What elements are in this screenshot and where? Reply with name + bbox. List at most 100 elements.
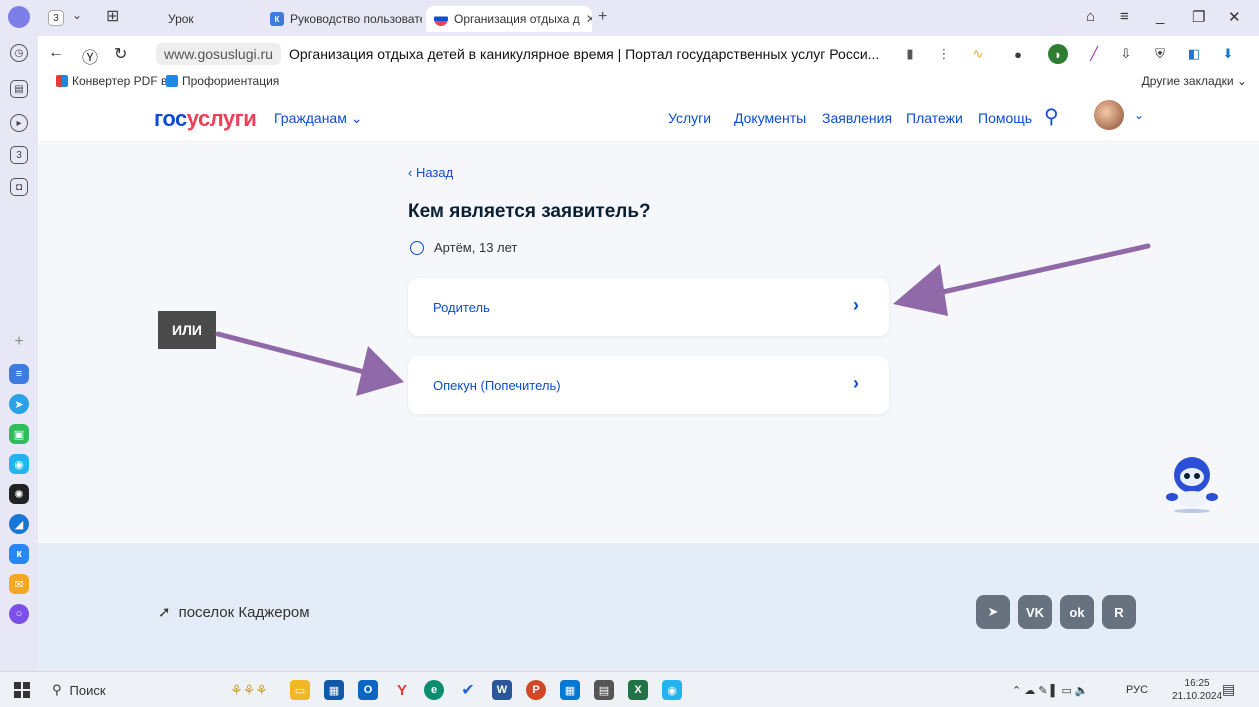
bookmark-manager-icon[interactable]: ⌂ (1086, 8, 1095, 25)
calendar-icon[interactable]: ▦ (560, 680, 580, 700)
translate-icon[interactable]: ◧ (1184, 44, 1204, 64)
shield-icon[interactable]: ⛨ (1150, 44, 1170, 64)
messenger-icon[interactable]: ▣ (9, 424, 29, 444)
security-icon[interactable]: ◗ (1048, 44, 1068, 64)
site-footer: ➚ поселок Каджером ➤ VK ok R (38, 543, 1259, 671)
telegram-icon[interactable]: ➤ (976, 595, 1010, 629)
tab-lesson[interactable]: Урок (160, 6, 260, 32)
menu-icon[interactable]: ≡ (1120, 8, 1129, 25)
language-indicator[interactable]: РУС (1126, 684, 1148, 696)
back-arrow-icon[interactable]: ← (48, 44, 64, 62)
bookmark-pdf[interactable]: Конвертер PDF в (56, 74, 167, 88)
window-close-icon[interactable]: ✕ (1228, 8, 1241, 26)
tab-label: Урок (168, 12, 194, 26)
mail-icon[interactable]: ✉ (9, 574, 29, 594)
telegram-icon[interactable]: ➤ (9, 394, 29, 414)
audio-icon[interactable]: ∿ (968, 44, 988, 64)
nav-applications[interactable]: Заявления (822, 110, 892, 126)
edge-icon[interactable]: e (424, 680, 444, 700)
tabs-grid-icon[interactable]: ⊞ (106, 6, 119, 26)
word-icon[interactable]: W (492, 680, 512, 700)
add-panel-icon[interactable]: + (9, 332, 29, 352)
reload-icon[interactable]: ↻ (114, 44, 127, 64)
taskbar-search[interactable]: ⚲ Поиск (52, 682, 106, 698)
tray-icons[interactable]: ⌃ ☁ ✎ ▌ ▭ 🔈 (1012, 684, 1089, 697)
close-icon[interactable]: ✕ (586, 12, 592, 26)
chat-icon[interactable]: ◉ (9, 454, 29, 474)
download-icon[interactable]: ⇩ (1116, 44, 1136, 64)
site-header: госуслуги Гражданам ⌄ Услуги Документы З… (38, 92, 1259, 142)
assistant-robot-icon[interactable] (1164, 453, 1220, 515)
play-icon[interactable]: ▸ (10, 114, 28, 132)
nav-documents[interactable]: Документы (734, 110, 806, 126)
option-guardian[interactable]: Опекун (Попечитель) › (408, 356, 889, 414)
avatar[interactable] (1094, 100, 1124, 130)
tab-group-count[interactable]: 3 (48, 10, 64, 26)
outlook-icon[interactable]: O (358, 680, 378, 700)
browser-side-panel: ◷ ▤ ▸ 3 ◘ + ≡ ➤ ▣ ◉ ✺ ◢ к ✉ ○ (0, 36, 38, 671)
file-explorer-icon[interactable]: ▭ (290, 680, 310, 700)
yandex-browser-icon[interactable]: Y (392, 680, 412, 700)
pdf-converter-icon (56, 75, 68, 87)
counter-icon[interactable]: 3 (10, 146, 28, 164)
downloads-counter-icon[interactable]: ⬇ (1218, 44, 1238, 64)
rutube-icon[interactable]: R (1102, 595, 1136, 629)
more-icon[interactable]: ⋮ (934, 44, 954, 64)
chevron-down-icon[interactable]: ⌄ (1134, 108, 1144, 122)
powerpoint-icon[interactable]: P (526, 680, 546, 700)
gosuslugi-logo[interactable]: госуслуги (154, 106, 257, 132)
vk-icon[interactable]: к (9, 544, 29, 564)
location-name: поселок Каджером (178, 603, 310, 621)
calculator-icon[interactable]: ▤ (594, 680, 614, 700)
collections-icon[interactable]: ▤ (10, 80, 28, 98)
todo-icon[interactable]: ✔ (458, 680, 478, 700)
vk-icon[interactable]: VK (1018, 595, 1052, 629)
sun-app-icon[interactable]: ✺ (9, 484, 29, 504)
option-label: Родитель (433, 300, 490, 315)
tab-gosuslugi[interactable]: Организация отдыха д ✕ (426, 6, 592, 32)
back-link[interactable]: ‹ Назад (408, 165, 453, 180)
ok-icon[interactable]: ok (1060, 595, 1094, 629)
minimize-icon[interactable]: _ (1156, 8, 1164, 25)
store-icon[interactable]: ▦ (324, 680, 344, 700)
screenshot-icon[interactable]: ◘ (10, 178, 28, 196)
russia-flag-icon (434, 12, 448, 26)
browser-tab-strip: 3 ⌄ ⊞ Урок К Руководство пользовате Орга… (0, 0, 1259, 36)
clock[interactable]: 16:25 21.10.2024 (1172, 677, 1222, 703)
address-bar-row: ← Ⓨ ↻ www.gosuslugi.ru Организация отдых… (38, 36, 1259, 72)
other-bookmarks[interactable]: Другие закладки ⌄ (1142, 74, 1247, 88)
new-tab-icon[interactable]: + (598, 8, 607, 26)
url-field[interactable]: www.gosuslugi.ru Организация отдыха дете… (156, 41, 926, 67)
tracker-icon[interactable]: ◢ (9, 514, 29, 534)
or-annotation: ИЛИ (158, 311, 216, 349)
location-selector[interactable]: ➚ поселок Каджером (158, 603, 310, 622)
yandex-browser-logo[interactable] (8, 6, 30, 28)
notifications-icon[interactable]: ▤ (1222, 681, 1235, 698)
tab-user-guide[interactable]: К Руководство пользовате (262, 6, 422, 32)
audience-menu[interactable]: Гражданам ⌄ (274, 110, 362, 127)
excel-icon[interactable]: X (628, 680, 648, 700)
alice-icon[interactable]: ○ (9, 604, 29, 624)
option-label: Опекун (Попечитель) (433, 378, 561, 393)
bookmark-career[interactable]: Профориентация (166, 74, 279, 88)
tab-label: Организация отдыха д (454, 12, 580, 26)
nav-help[interactable]: Помощь (978, 110, 1032, 126)
clock-date: 21.10.2024 (1172, 691, 1223, 702)
option-parent[interactable]: Родитель › (408, 278, 889, 336)
history-icon[interactable]: ◷ (10, 44, 28, 62)
search-icon[interactable]: ⚲ (1044, 104, 1059, 129)
notes-icon[interactable]: ≡ (9, 364, 29, 384)
chevron-down-icon[interactable]: ⌄ (72, 8, 82, 22)
nav-services[interactable]: Услуги (668, 110, 711, 126)
location-arrow-icon: ➚ (158, 604, 171, 621)
pen-icon[interactable]: ╱ (1084, 44, 1104, 64)
extension-icon[interactable]: ● (1008, 44, 1028, 64)
nav-payments[interactable]: Платежи (906, 110, 963, 126)
restore-icon[interactable]: ❐ (1192, 8, 1205, 26)
windows-start-icon[interactable] (14, 682, 30, 698)
chat-app-icon[interactable]: ◉ (662, 680, 682, 700)
windows-taskbar: ⚲ Поиск ⚘⚘⚘ ▭ ▦ O Y e ✔ W P ▦ ▤ X ◉ ⌃ ☁ … (0, 671, 1259, 707)
bookmarks-bar: Конвертер PDF в Профориентация Другие за… (38, 72, 1259, 92)
bookmark-icon[interactable]: ▮ (900, 44, 920, 64)
yandex-icon[interactable]: Ⓨ (82, 44, 98, 68)
